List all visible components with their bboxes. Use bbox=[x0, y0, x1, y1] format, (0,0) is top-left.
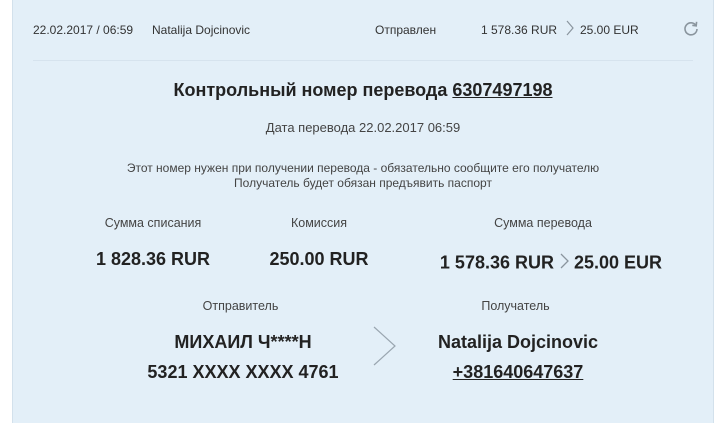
recipient-phone-link[interactable]: +381640647637 bbox=[413, 362, 623, 383]
chevron-right-icon bbox=[564, 18, 576, 41]
transfer-header-row[interactable]: 22.02.2017 / 06:59 Natalija Dojcinovic О… bbox=[13, 0, 713, 60]
transfer-amount-value: 1 578.36 RUR 25.00 EUR bbox=[421, 249, 681, 278]
fee-value: 250.00 RUR bbox=[269, 249, 369, 269]
transfer-amount-to: 25.00 EUR bbox=[574, 252, 663, 273]
note-line-1: Этот номер нужен при получении перевода … bbox=[126, 161, 600, 175]
recipient-label: Получатель bbox=[481, 299, 550, 313]
status-text: Отправлен bbox=[375, 23, 437, 37]
control-number-value[interactable]: 6307497198 bbox=[452, 80, 552, 100]
control-number-label: Контрольный номер перевода bbox=[173, 80, 448, 100]
sender-label: Отправитель bbox=[202, 299, 279, 313]
control-number-title: Контрольный номер перевода 6307497198 bbox=[13, 80, 713, 101]
header-amount-to: 25.00 EUR bbox=[580, 23, 639, 37]
debit-label: Сумма списания bbox=[104, 216, 202, 230]
transfer-date: Дата перевода 22.02.2017 06:59 bbox=[265, 120, 461, 135]
transfer-amount-from: 1 578.36 RUR bbox=[439, 252, 554, 273]
note-line-2: Получатель будет обязан предъявить паспо… bbox=[234, 176, 492, 190]
fee-label: Комиссия bbox=[290, 216, 348, 230]
chevron-right-icon bbox=[558, 249, 570, 278]
transfer-amount-label: Сумма перевода bbox=[494, 216, 592, 230]
recipient-name: Natalija Dojcinovic bbox=[437, 332, 599, 352]
chevron-right-icon bbox=[370, 324, 400, 373]
transfer-datetime: 22.02.2017 / 06:59 bbox=[33, 23, 134, 37]
debit-value: 1 828.36 RUR bbox=[95, 249, 211, 269]
transfer-card: 22.02.2017 / 06:59 Natalija Dojcinovic О… bbox=[12, 0, 714, 423]
refresh-icon[interactable] bbox=[681, 19, 701, 39]
sender-name: МИХАИЛ Ч****Н bbox=[174, 332, 312, 352]
sender-card-number: 5321 XXXX XXXX 4761 bbox=[147, 362, 339, 382]
recipient-name-short: Natalija Dojcinovic bbox=[152, 23, 251, 37]
header-divider bbox=[33, 60, 693, 61]
header-amount-from: 1 578.36 RUR bbox=[481, 23, 558, 37]
